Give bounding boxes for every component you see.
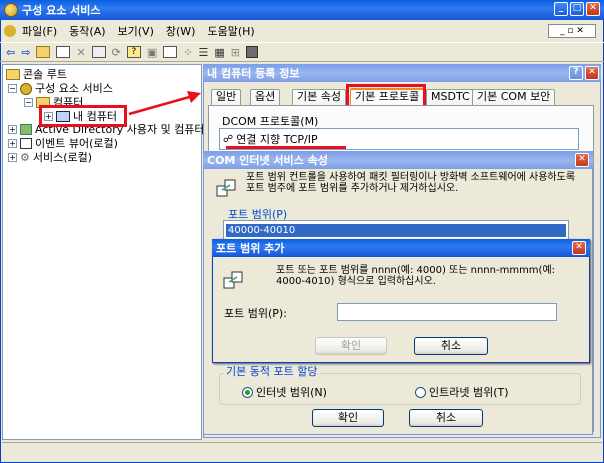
tab-general[interactable]: 일반 <box>211 89 242 105</box>
radio-intranet[interactable]: 인트라넷 범위(T) <box>415 384 509 400</box>
properties-title-bar[interactable]: 내 컴퓨터 등록 정보 ? ✕ <box>203 64 601 82</box>
highlight-box-my-computer <box>39 105 127 127</box>
collapse-icon[interactable]: − <box>8 84 17 93</box>
folder-icon <box>6 69 20 80</box>
forward-icon[interactable]: ⇨ <box>21 46 30 59</box>
properties-close-button[interactable]: ✕ <box>585 66 599 80</box>
collapse-icon[interactable]: − <box>24 98 33 107</box>
refresh-icon[interactable]: ⟳ <box>112 46 121 59</box>
directory-icon <box>20 124 32 135</box>
tab-default-properties[interactable]: 기본 속성 <box>292 89 346 105</box>
tree-label: 이벤트 뷰어(로컬) <box>35 137 118 150</box>
tree-event-viewer[interactable]: + 이벤트 뷰어(로컬) <box>8 137 118 150</box>
add-port-close-button[interactable]: ✕ <box>572 241 586 255</box>
menu-file[interactable]: 파일(F) <box>22 23 57 39</box>
radio-intranet-indicator[interactable] <box>415 386 426 398</box>
mdi-buttons[interactable]: _ ▫ ✕ <box>548 24 596 38</box>
properties-icon[interactable] <box>91 46 106 58</box>
add-port-title-bar[interactable]: 포트 범위 추가 ✕ <box>212 239 590 257</box>
dynamic-port-group-label: 기본 동적 포트 할당 <box>224 365 320 378</box>
add-port-icon <box>222 270 244 292</box>
radio-intranet-label: 인트라넷 범위(T) <box>429 386 509 399</box>
tab-msdtc[interactable]: MSDTC <box>426 89 475 105</box>
expand-icon[interactable]: + <box>8 153 17 162</box>
show-tree-icon[interactable] <box>56 46 71 58</box>
menu-help[interactable]: 도움말(H) <box>207 23 254 39</box>
app-icon <box>4 3 18 17</box>
dcom-item-label: 연결 지향 TCP/IP <box>236 133 318 146</box>
detail-view-icon[interactable]: ▦ <box>214 46 224 59</box>
expand-icon[interactable]: + <box>8 139 17 148</box>
menu-window[interactable]: 창(W) <box>166 23 196 39</box>
up-folder-icon[interactable] <box>36 46 51 58</box>
port-range-input[interactable] <box>337 303 557 321</box>
small-icons-icon[interactable]: ⁘ <box>183 46 192 59</box>
server-icon[interactable] <box>246 46 258 58</box>
back-icon[interactable]: ⇦ <box>6 46 15 59</box>
dcom-protocol-label: DCOM 프로토콜(M) <box>222 115 319 128</box>
add-port-ok-button[interactable]: 확인 <box>315 337 387 355</box>
properties-title: 내 컴퓨터 등록 정보 <box>207 67 300 80</box>
list-view-icon[interactable]: ☰ <box>199 46 209 59</box>
com-ok-button[interactable]: 확인 <box>312 409 384 427</box>
event-viewer-icon <box>20 138 32 149</box>
com-title-bar[interactable]: COM 인터넷 서비스 속성 ✕ <box>203 151 593 169</box>
radio-internet[interactable]: 인터넷 범위(N) <box>242 384 327 400</box>
toolbar: ⇦ ⇨ ✕ ⟳ ? ▣ ⁘ ☰ ▦ ⊞ <box>0 42 604 62</box>
gear-icon: ⚙ <box>20 151 30 164</box>
com-cancel-button[interactable]: 취소 <box>409 409 483 427</box>
radio-internet-label: 인터넷 범위(N) <box>256 386 327 399</box>
add-port-description: 포트 또는 포트 범위를 nnnn(예: 4000) 또는 nnnn-mmmm(… <box>276 265 556 287</box>
com-description: 포트 범위 컨트롤을 사용하여 패킷 필터링이나 방화벽 소프트웨어에 사용하도… <box>246 172 576 194</box>
maximize-button[interactable]: □ <box>570 2 584 16</box>
tree-label: 콘솔 루트 <box>23 68 67 81</box>
add-port-dialog <box>212 239 590 363</box>
tab-default-com-security[interactable]: 기본 COM 보안 <box>472 89 556 105</box>
network-icon: ☍ <box>223 133 234 145</box>
large-icons-icon[interactable] <box>163 46 178 58</box>
grid-icon[interactable]: ⊞ <box>231 46 240 59</box>
tree-label: 구성 요소 서비스 <box>35 82 113 95</box>
minimize-button[interactable]: _ <box>554 2 568 16</box>
tab-options[interactable]: 옵션 <box>250 89 281 105</box>
menu-app-icon <box>4 25 16 37</box>
tree-services[interactable]: + ⚙ 서비스(로컬) <box>8 151 92 164</box>
new-window-icon[interactable]: ▣ <box>147 46 157 59</box>
com-icon <box>215 178 237 200</box>
status-bar <box>2 442 602 460</box>
delete-icon[interactable]: ✕ <box>76 46 85 59</box>
menu-action[interactable]: 동작(A) <box>69 23 105 39</box>
tree-console-root[interactable]: 콘솔 루트 <box>6 68 67 81</box>
port-range-item[interactable]: 40000-40010 <box>226 224 566 237</box>
expand-icon[interactable]: + <box>8 125 17 134</box>
tree-component-services[interactable]: − 구성 요소 서비스 <box>8 82 113 95</box>
help-button[interactable]: ? <box>569 66 583 80</box>
tree-label: 서비스(로컬) <box>32 151 93 164</box>
main-title-bar[interactable]: 구성 요소 서비스 _ □ ✕ <box>0 0 604 20</box>
add-port-cancel-button[interactable]: 취소 <box>414 337 488 355</box>
window-title: 구성 요소 서비스 <box>22 4 101 17</box>
dcom-protocol-item[interactable]: ☍ 연결 지향 TCP/IP <box>223 131 318 147</box>
menu-view[interactable]: 보기(V) <box>118 23 154 39</box>
radio-internet-indicator[interactable] <box>242 386 253 398</box>
add-port-title: 포트 범위 추가 <box>216 242 285 255</box>
underline-tcpip <box>226 146 346 149</box>
close-button[interactable]: ✕ <box>586 2 600 16</box>
red-arrow <box>128 91 201 116</box>
menu-bar: 파일(F) 동작(A) 보기(V) 창(W) 도움말(H) <box>4 23 267 39</box>
help-icon[interactable]: ? <box>126 46 141 58</box>
com-close-button[interactable]: ✕ <box>575 153 589 167</box>
component-services-icon <box>20 82 32 95</box>
add-port-field-label: 포트 범위(P): <box>224 307 287 320</box>
com-title: COM 인터넷 서비스 속성 <box>207 154 328 167</box>
